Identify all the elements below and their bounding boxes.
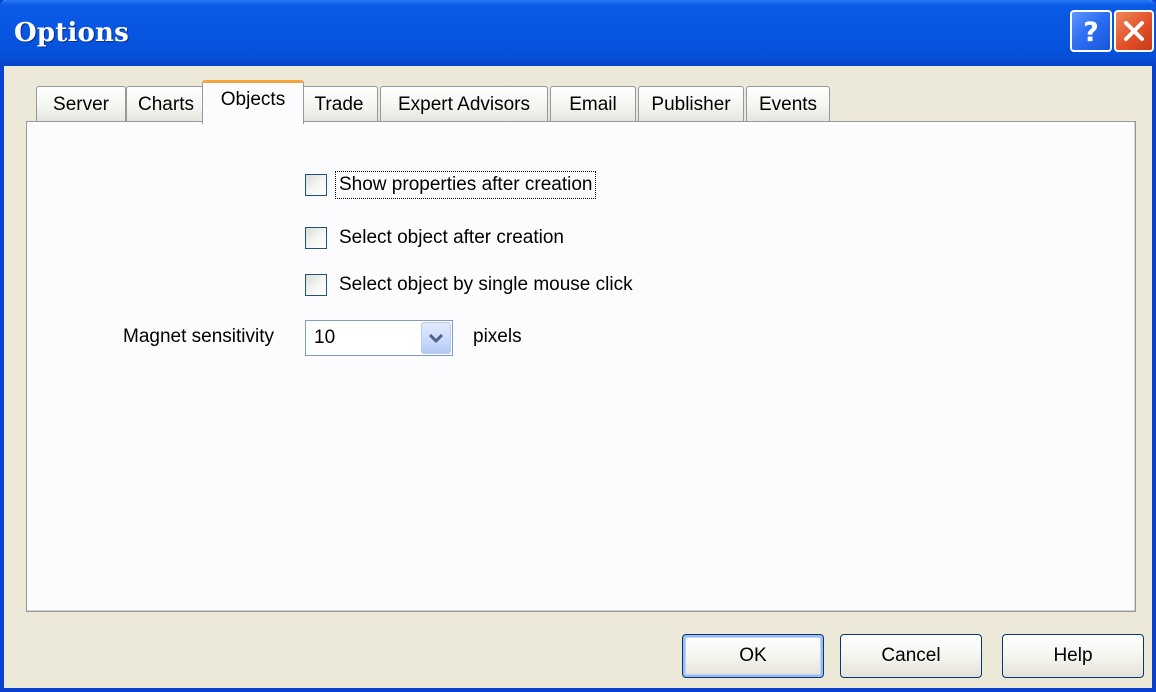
show-properties-label[interactable]: Show properties after creation: [334, 171, 597, 199]
svg-text:?: ?: [1083, 17, 1099, 46]
tab-email[interactable]: Email: [550, 86, 636, 122]
question-mark-icon: ?: [1083, 17, 1099, 46]
magnet-sensitivity-value: 10: [314, 327, 336, 348]
tab-expert-advisors[interactable]: Expert Advisors: [380, 86, 548, 122]
close-button[interactable]: [1114, 10, 1154, 52]
window-title: Options: [14, 18, 129, 48]
options-dialog: Options ? Server Charts Objects Trade Ex…: [0, 0, 1156, 692]
dropdown-button[interactable]: [421, 322, 451, 354]
tab-server[interactable]: Server: [36, 86, 126, 122]
magnet-sensitivity-select[interactable]: 10: [305, 320, 453, 356]
help-title-button[interactable]: ?: [1070, 10, 1112, 52]
title-bar[interactable]: Options ?: [0, 0, 1156, 66]
select-single-click-checkbox[interactable]: [305, 274, 327, 296]
tab-objects[interactable]: Objects: [202, 80, 304, 124]
tab-trade[interactable]: Trade: [300, 86, 378, 122]
chevron-down-icon: [428, 333, 444, 343]
close-x-icon: [1124, 21, 1144, 41]
select-single-click-option[interactable]: Select object by single mouse click: [305, 272, 635, 298]
help-button[interactable]: Help: [1002, 634, 1144, 678]
objects-tab-panel: Show properties after creation Select ob…: [26, 121, 1136, 612]
cancel-button[interactable]: Cancel: [840, 634, 982, 678]
select-single-click-label[interactable]: Select object by single mouse click: [337, 273, 635, 297]
tab-events[interactable]: Events: [746, 86, 830, 122]
show-properties-option[interactable]: Show properties after creation: [305, 171, 597, 199]
show-properties-checkbox[interactable]: [305, 174, 327, 196]
tab-charts[interactable]: Charts: [126, 86, 206, 122]
pixels-unit-label: pixels: [473, 326, 522, 347]
select-after-creation-checkbox[interactable]: [305, 227, 327, 249]
tab-publisher[interactable]: Publisher: [638, 86, 744, 122]
select-after-creation-option[interactable]: Select object after creation: [305, 225, 566, 251]
ok-button[interactable]: OK: [682, 634, 824, 678]
select-after-creation-label[interactable]: Select object after creation: [337, 226, 566, 250]
magnet-sensitivity-label: Magnet sensitivity: [123, 326, 275, 347]
